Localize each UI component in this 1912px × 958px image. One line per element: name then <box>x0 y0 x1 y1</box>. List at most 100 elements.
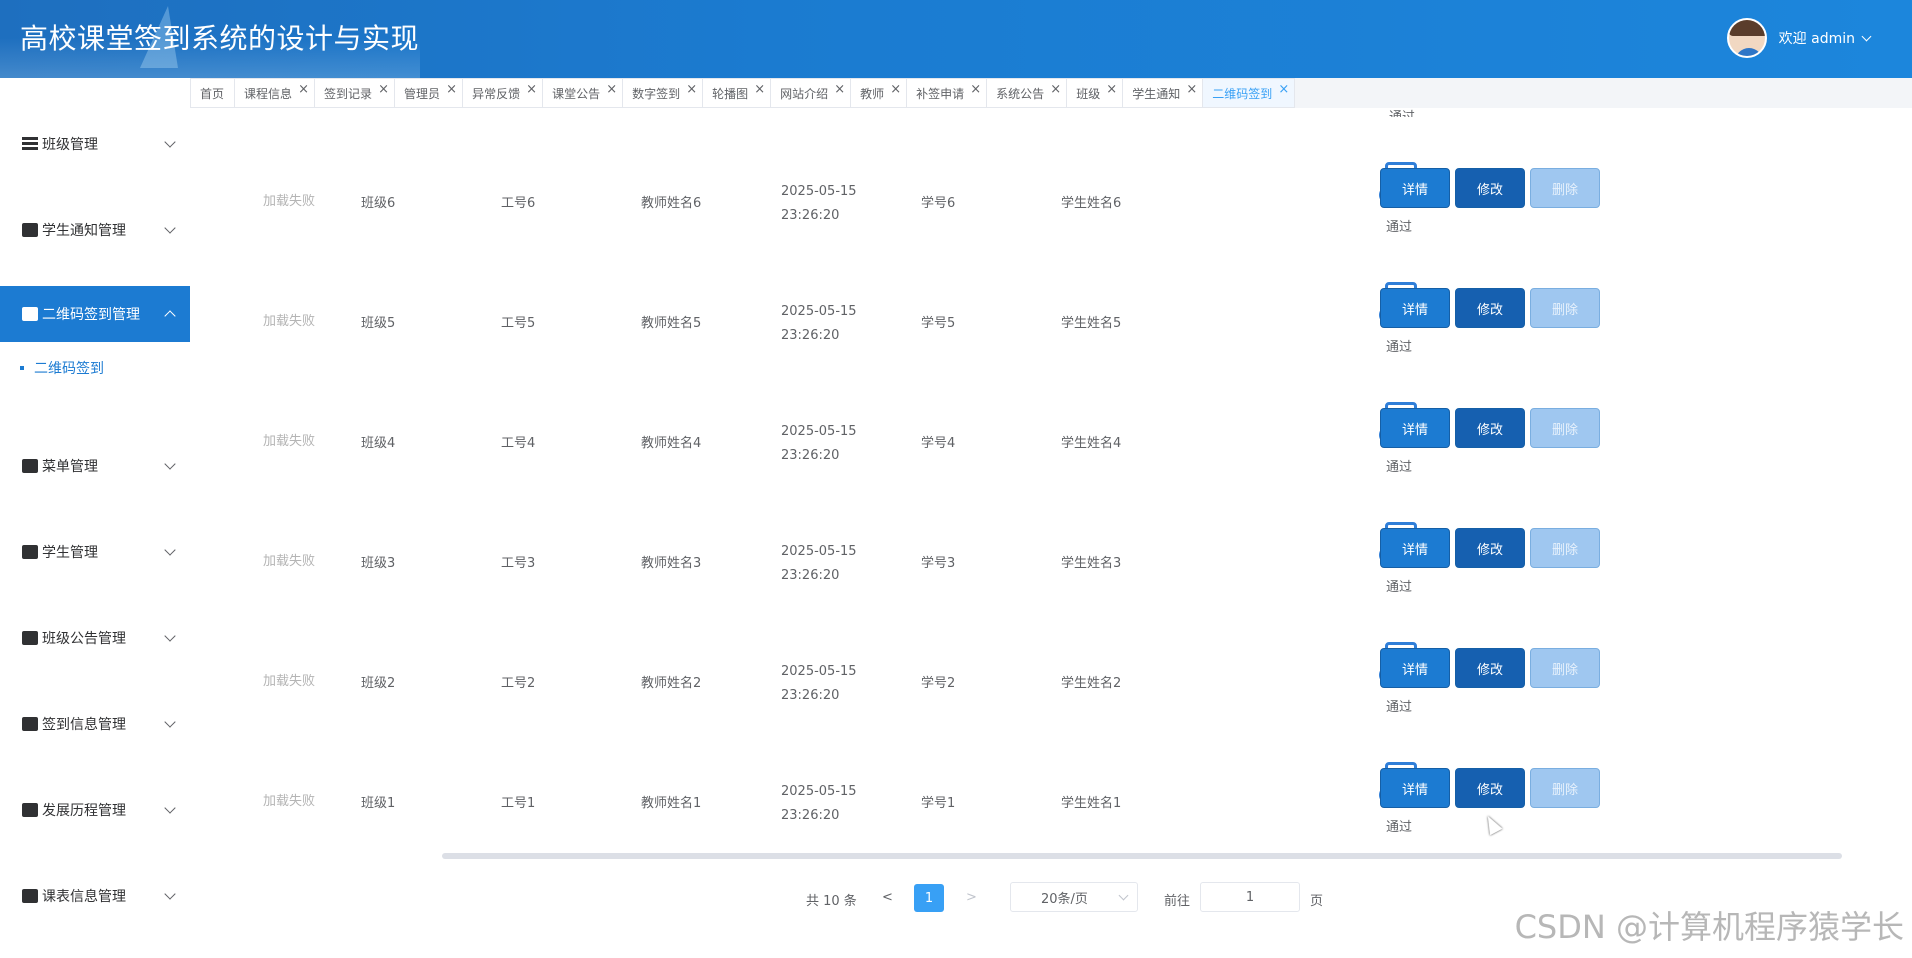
tab-label: 管理员 <box>404 86 441 101</box>
tab-14[interactable]: 二维码签到 × <box>1203 78 1296 108</box>
sidebar-item-2[interactable]: 二维码签到管理 <box>0 286 190 342</box>
close-icon[interactable]: × <box>1186 83 1197 96</box>
sidebar-item-4[interactable]: 学生管理 <box>0 524 190 580</box>
image-load-failed-text: 加载失败 <box>263 554 316 569</box>
status-text: 通过 <box>1385 460 1412 475</box>
sidebar-item-label: 班级公告管理 <box>42 631 126 647</box>
table-row: 加载失败 班级5 工号5 教师姓名5 2025-05-15 23:26:20 学号5 学生姓… <box>190 250 1912 370</box>
delete-button[interactable]: 删除 <box>1530 768 1600 808</box>
tab-label: 签到记录 <box>324 86 373 101</box>
close-icon[interactable]: × <box>378 83 389 96</box>
close-icon[interactable]: × <box>1050 83 1061 96</box>
avatar[interactable] <box>1726 18 1767 58</box>
close-icon[interactable]: × <box>686 83 697 96</box>
sidebar-item-label: 学生管理 <box>42 545 98 561</box>
sidebar-item-1[interactable]: 学生通知管理 <box>0 202 190 258</box>
tab-1[interactable]: 课程信息 × <box>235 78 316 108</box>
tab-7[interactable]: 轮播图 × <box>703 78 772 108</box>
tab-label: 网站介绍 <box>780 86 829 101</box>
tab-5[interactable]: 课堂公告 × <box>543 78 624 108</box>
student-name-cell: 学生姓名2 <box>1061 676 1122 691</box>
sidebar-item-3[interactable]: 菜单管理 <box>0 438 190 494</box>
goto-page-input[interactable] <box>1200 882 1300 912</box>
sidebar-subitem-0[interactable]: 二维码签到 <box>0 350 190 386</box>
table-row: 加载失败 班级6 工号6 教师姓名6 2025-05-15 23:26:20 学号6 学生姓… <box>190 130 1912 250</box>
close-icon[interactable]: × <box>1278 83 1289 96</box>
history-icon <box>22 803 38 817</box>
tab-label: 学生通知 <box>1132 86 1181 101</box>
horizontal-scrollbar[interactable] <box>442 853 1842 859</box>
pagination-prev-button[interactable]: < <box>882 890 893 905</box>
tab-label: 二维码签到 <box>1212 86 1273 101</box>
sidebar-item-0[interactable]: 班级管理 <box>0 116 190 172</box>
delete-button[interactable]: 删除 <box>1530 408 1600 448</box>
edit-button[interactable]: 修改 <box>1455 408 1525 448</box>
close-icon[interactable]: × <box>526 83 537 96</box>
tab-11[interactable]: 系统公告 × <box>987 78 1068 108</box>
teacher-id-cell: 工号1 <box>501 796 536 811</box>
pagination-page-1[interactable]: 1 <box>914 884 944 912</box>
student-name-cell: 学生姓名1 <box>1061 796 1122 811</box>
tab-label: 系统公告 <box>996 86 1045 101</box>
close-icon[interactable]: × <box>1106 83 1117 96</box>
bullet-icon <box>20 366 24 370</box>
tab-4[interactable]: 异常反馈 × <box>463 78 544 108</box>
detail-button[interactable]: 详情 <box>1380 288 1450 328</box>
tab-0[interactable]: 首页 <box>190 78 236 108</box>
goto-label: 前往 <box>1164 894 1191 909</box>
edit-button[interactable]: 修改 <box>1455 648 1525 688</box>
page-size-select[interactable]: 20条/页 <box>1010 882 1138 912</box>
close-icon[interactable]: × <box>890 83 901 96</box>
tab-label: 异常反馈 <box>472 86 521 101</box>
time-cell: 2025-05-15 23:26:20 <box>781 184 857 223</box>
edit-button[interactable]: 修改 <box>1455 168 1525 208</box>
chevron-down-icon <box>164 458 176 470</box>
tab-9[interactable]: 教师 × <box>851 78 908 108</box>
gift-icon <box>22 459 38 473</box>
close-icon[interactable]: × <box>606 83 617 96</box>
user-menu[interactable]: 欢迎 admin <box>1726 18 1872 58</box>
edit-button[interactable]: 修改 <box>1455 288 1525 328</box>
edit-button[interactable]: 修改 <box>1455 528 1525 568</box>
welcome-text[interactable]: 欢迎 admin <box>1779 28 1855 48</box>
close-icon[interactable]: × <box>298 83 309 96</box>
sidebar-item-7[interactable]: 发展历程管理 <box>0 782 190 838</box>
delete-button[interactable]: 删除 <box>1530 528 1600 568</box>
tab-label: 补签申请 <box>916 86 965 101</box>
delete-button[interactable]: 删除 <box>1530 648 1600 688</box>
detail-button[interactable]: 详情 <box>1380 768 1450 808</box>
detail-button[interactable]: 详情 <box>1380 648 1450 688</box>
sidebar-item-8[interactable]: 课表信息管理 <box>0 868 190 924</box>
tab-10[interactable]: 补签申请 × <box>907 78 988 108</box>
pagination-next-button[interactable]: > <box>966 890 977 905</box>
tab-label: 班级 <box>1076 86 1101 101</box>
tab-label: 教师 <box>860 86 885 101</box>
chevron-up-icon <box>164 310 176 322</box>
tab-13[interactable]: 学生通知 × <box>1123 78 1204 108</box>
close-icon[interactable]: × <box>754 83 765 96</box>
close-icon[interactable]: × <box>970 83 981 96</box>
tab-2[interactable]: 签到记录 × <box>315 78 396 108</box>
sidebar-item-label: 学生通知管理 <box>42 223 126 239</box>
tab-3[interactable]: 管理员 × <box>395 78 464 108</box>
delete-button[interactable]: 删除 <box>1530 288 1600 328</box>
sidebar-item-6[interactable]: 签到信息管理 <box>0 696 190 752</box>
detail-button[interactable]: 详情 <box>1380 168 1450 208</box>
chevron-down-icon[interactable] <box>1861 31 1872 42</box>
teacher-id-cell: 工号2 <box>501 676 536 691</box>
delete-button[interactable]: 删除 <box>1530 168 1600 208</box>
chevron-down-icon <box>1118 890 1129 901</box>
close-icon[interactable]: × <box>834 83 845 96</box>
tab-6[interactable]: 数字签到 × <box>623 78 704 108</box>
teacher-name-cell: 教师姓名5 <box>641 316 702 331</box>
detail-button[interactable]: 详情 <box>1380 408 1450 448</box>
detail-button[interactable]: 详情 <box>1380 528 1450 568</box>
tab-8[interactable]: 网站介绍 × <box>771 78 852 108</box>
sidebar-item-5[interactable]: 班级公告管理 <box>0 610 190 666</box>
user-icon <box>22 545 38 559</box>
chevron-down-icon <box>164 888 176 900</box>
sidebar: 班级管理学生通知管理二维码签到管理二维码签到菜单管理学生管理班级公告管理签到信息… <box>0 78 190 958</box>
edit-button[interactable]: 修改 <box>1455 768 1525 808</box>
close-icon[interactable]: × <box>446 83 457 96</box>
tab-12[interactable]: 班级 × <box>1067 78 1124 108</box>
